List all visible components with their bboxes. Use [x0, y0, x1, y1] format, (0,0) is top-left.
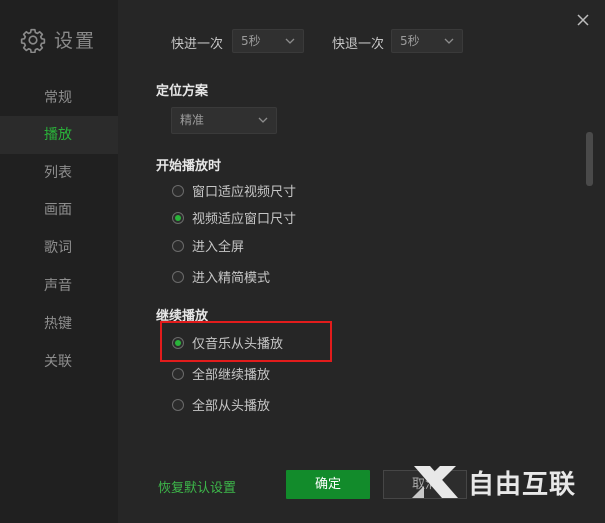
radio-circle[interactable]: [172, 398, 184, 411]
sidebar-item-general[interactable]: 常规: [0, 79, 118, 117]
radio-compact-mode[interactable]: 进入精简模式: [172, 267, 270, 286]
positioning-value: 精准: [180, 113, 205, 127]
backward-value: 5秒: [400, 34, 420, 48]
radio-fullscreen[interactable]: 进入全屏: [172, 236, 244, 255]
radio-circle[interactable]: [172, 270, 184, 283]
positioning-select[interactable]: 精准: [171, 107, 277, 134]
chevron-down-icon: [444, 38, 454, 44]
watermark: 自由互联: [410, 462, 576, 502]
radio-label: 进入全屏: [192, 240, 245, 255]
x-logo-icon: [412, 466, 458, 498]
radio-label: 进入精简模式: [192, 271, 271, 286]
sidebar-item-lyrics[interactable]: 歌词: [0, 229, 118, 267]
backward-select[interactable]: 5秒: [391, 29, 463, 53]
sidebar: 设置 常规 播放 列表 画面 歌词 声音 热键 关联: [0, 0, 118, 523]
backward-label: 快退一次: [332, 37, 385, 52]
radio-music-restart[interactable]: 仅音乐从头播放: [172, 333, 283, 352]
settings-title: 设置: [20, 26, 96, 53]
radio-label: 全部从头播放: [192, 399, 271, 414]
radio-circle-checked[interactable]: [172, 336, 184, 349]
radio-all-continue[interactable]: 全部继续播放: [172, 364, 270, 383]
radio-label: 全部继续播放: [192, 368, 271, 383]
sidebar-item-picture[interactable]: 画面: [0, 191, 118, 229]
ok-button[interactable]: 确定: [286, 470, 370, 499]
radio-circle-checked[interactable]: [172, 211, 184, 224]
sidebar-item-sound[interactable]: 声音: [0, 267, 118, 305]
radio-circle[interactable]: [172, 184, 184, 197]
sidebar-item-playlist[interactable]: 列表: [0, 154, 118, 192]
forward-select[interactable]: 5秒: [232, 29, 304, 53]
positioning-title: 定位方案: [156, 84, 209, 99]
chevron-down-icon: [258, 117, 268, 123]
forward-label: 快进一次: [171, 37, 224, 52]
settings-title-text: 设置: [54, 30, 97, 52]
settings-panel: [118, 0, 605, 523]
restore-defaults-link[interactable]: 恢复默认设置: [158, 477, 236, 496]
radio-circle[interactable]: [172, 239, 184, 252]
close-icon[interactable]: [573, 10, 593, 30]
radio-circle[interactable]: [172, 367, 184, 380]
watermark-text: 自由互联: [468, 469, 577, 500]
radio-video-fit-window[interactable]: 视频适应窗口尺寸: [172, 208, 296, 227]
radio-label: 仅音乐从头播放: [192, 337, 284, 352]
radio-window-fit-video[interactable]: 窗口适应视频尺寸: [172, 181, 296, 200]
radio-label: 视频适应窗口尺寸: [192, 212, 297, 227]
sidebar-item-hotkeys[interactable]: 热键: [0, 305, 118, 343]
forward-value: 5秒: [241, 34, 261, 48]
start-playback-title: 开始播放时: [156, 159, 222, 174]
radio-label: 窗口适应视频尺寸: [192, 185, 297, 200]
sidebar-item-associations[interactable]: 关联: [0, 343, 118, 381]
chevron-down-icon: [285, 38, 295, 44]
gear-icon: [20, 28, 46, 53]
radio-all-restart[interactable]: 全部从头播放: [172, 395, 270, 414]
scrollbar-thumb[interactable]: [586, 132, 593, 186]
sidebar-item-playback[interactable]: 播放: [0, 116, 118, 154]
